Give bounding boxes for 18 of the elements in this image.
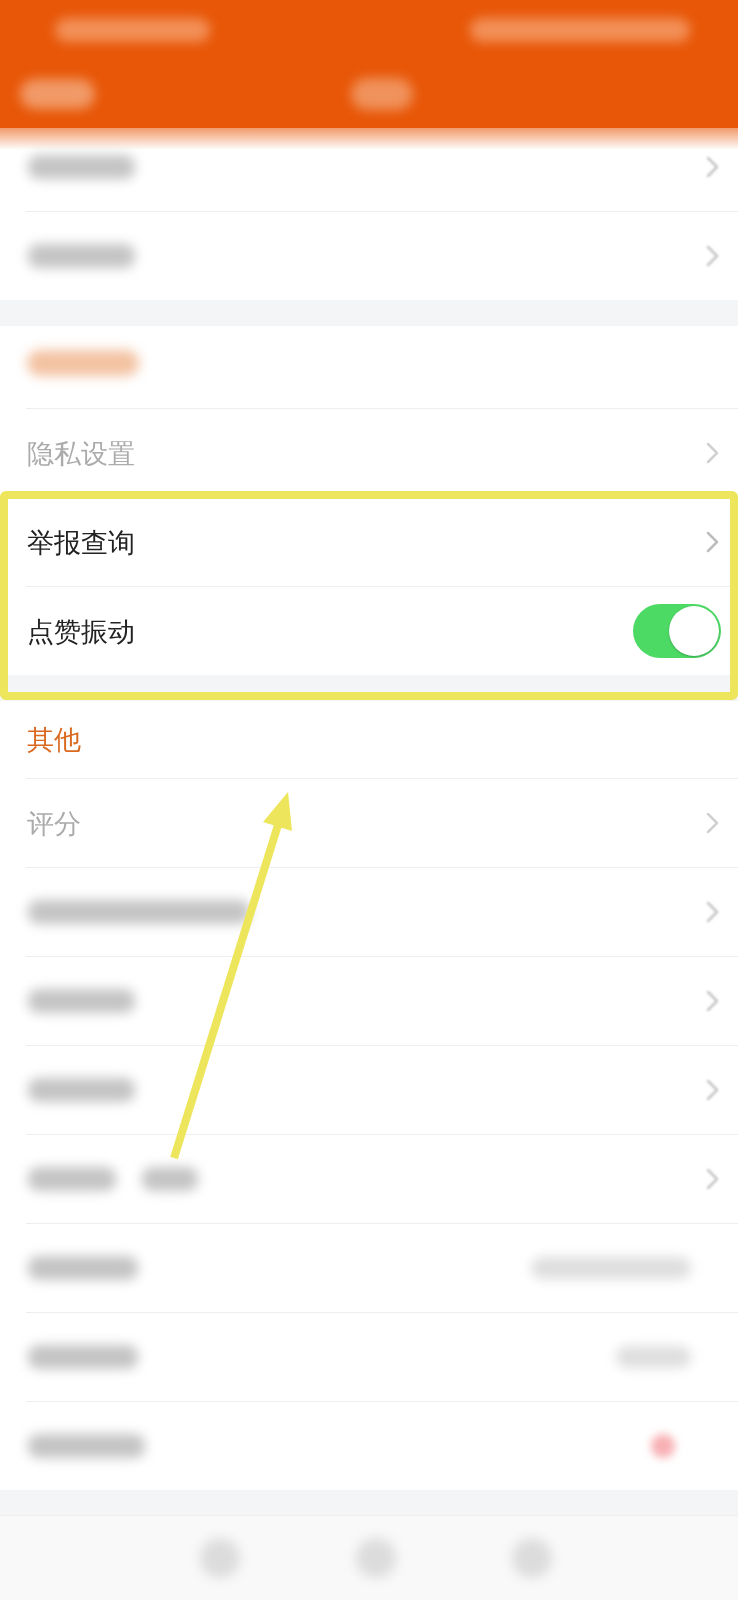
blurred-title — [351, 78, 413, 110]
chevron-icon — [706, 990, 719, 1012]
blurred-tab-icon[interactable] — [512, 1538, 552, 1578]
toggle-switch[interactable] — [633, 604, 721, 658]
chevron-icon — [706, 1079, 719, 1101]
chevron-icon — [706, 156, 719, 178]
chevron-icon — [706, 531, 719, 553]
row-label: 点赞振动 — [27, 617, 135, 645]
chevron-icon — [706, 245, 719, 267]
blurred-back-button[interactable] — [20, 79, 95, 109]
blurred-tab-icon[interactable] — [356, 1538, 396, 1578]
section-title: 其他 — [27, 726, 81, 753]
blurred-text — [142, 1167, 198, 1191]
chevron-icon — [706, 442, 719, 464]
chevron-icon — [706, 901, 719, 923]
chevron-icon — [706, 812, 719, 834]
chevron-icon — [706, 1168, 719, 1190]
blurred-tab-icon[interactable] — [200, 1538, 240, 1578]
